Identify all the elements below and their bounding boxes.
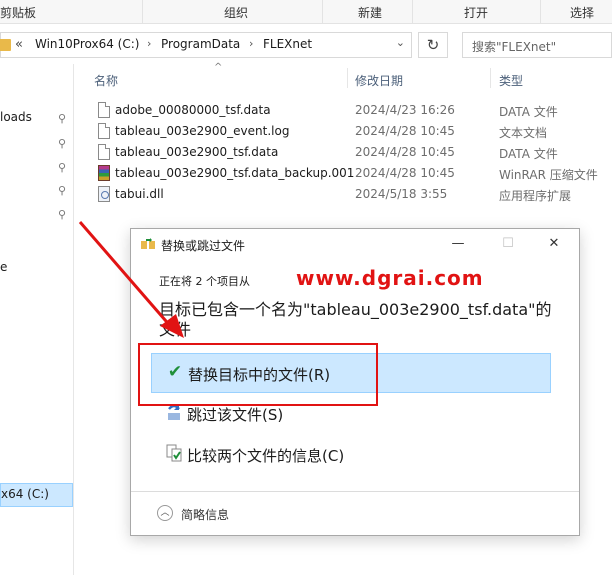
column-divider[interactable] xyxy=(490,68,491,88)
pin-icon: ⚲ xyxy=(58,112,67,125)
ribbon-group-clipboard: 剪贴板 xyxy=(0,6,37,20)
file-type: DATA 文件 xyxy=(499,105,558,119)
folder-icon xyxy=(0,39,11,51)
ribbon-group-select: 选择 xyxy=(570,6,595,20)
dialog-title: 替换或跳过文件 xyxy=(161,239,246,253)
file-type: 应用程序扩展 xyxy=(499,189,572,203)
file-name: tabui.dll xyxy=(115,187,164,201)
file-name: tableau_003e2900_event.log xyxy=(115,124,290,138)
breadcrumb-flexnet[interactable]: FLEXnet xyxy=(263,37,312,51)
column-header-name[interactable]: 名称 xyxy=(94,72,118,89)
nav-item-downloads[interactable]: loads xyxy=(0,110,32,124)
address-row: « Win10Prox64 (C:) › ProgramData › FLEXn… xyxy=(0,24,612,64)
ribbon-separator xyxy=(540,0,541,24)
close-button[interactable]: ✕ xyxy=(537,233,571,255)
ribbon-group-open: 打开 xyxy=(464,6,489,20)
refresh-icon: ↻ xyxy=(426,36,440,54)
file-name: tableau_003e2900_tsf.data xyxy=(115,145,279,159)
nav-item-drive-selected[interactable]: x64 (C:) xyxy=(0,483,73,507)
file-row[interactable]: tableau_003e2900_tsf.data_backup.001 202… xyxy=(94,163,612,184)
chevron-right-icon[interactable]: › xyxy=(147,37,151,50)
file-name: tableau_003e2900_tsf.data_backup.001 xyxy=(115,166,355,180)
conflict-message: 目标已包含一个名为"tableau_003e2900_tsf.data"的文件 xyxy=(159,300,552,339)
file-type: WinRAR 压缩文件 xyxy=(499,168,598,182)
data-file-icon xyxy=(98,102,110,118)
file-row[interactable]: tabui.dll 2024/5/18 3:55 应用程序扩展 xyxy=(94,184,612,205)
sort-ascending-icon: ^ xyxy=(214,62,223,73)
column-header-type[interactable]: 类型 xyxy=(499,72,523,89)
pin-icon: ⚲ xyxy=(58,161,67,174)
compare-icon xyxy=(166,444,182,462)
dll-icon xyxy=(98,186,110,202)
text-file-icon xyxy=(98,123,110,139)
column-header-date[interactable]: 修改日期 xyxy=(355,72,403,89)
file-name: adobe_00080000_tsf.data xyxy=(115,103,271,117)
file-row[interactable]: tableau_003e2900_tsf.data 2024/4/28 10:4… xyxy=(94,142,612,163)
column-headers: ^ 名称 修改日期 类型 xyxy=(74,62,612,94)
breadcrumb-programdata[interactable]: ProgramData xyxy=(161,37,240,51)
search-input[interactable]: 搜索"FLEXnet" xyxy=(462,32,612,58)
ribbon-group-new: 新建 xyxy=(358,6,383,20)
copy-files-icon xyxy=(141,238,155,249)
watermark: www.dgrai.com xyxy=(296,266,484,290)
chevron-up-icon[interactable]: ︿ xyxy=(157,505,173,521)
file-date: 2024/5/18 3:55 xyxy=(355,187,448,201)
pin-icon: ⚲ xyxy=(58,208,67,221)
navigation-pane: loads ⚲ ⚲ ⚲ ⚲ ⚲ e x64 (C:) xyxy=(0,64,74,575)
file-date: 2024/4/28 10:45 xyxy=(355,145,455,159)
file-type: 文本文档 xyxy=(499,126,548,140)
winrar-icon xyxy=(98,165,110,181)
file-row[interactable]: adobe_00080000_tsf.data 2024/4/23 16:26 … xyxy=(94,100,612,121)
nav-item-drive-label: x64 (C:) xyxy=(1,487,49,501)
chevron-right-icon[interactable]: › xyxy=(249,37,253,50)
file-date: 2024/4/28 10:45 xyxy=(355,166,455,180)
dialog-footer: ︿ 简略信息 xyxy=(131,491,579,535)
minimize-button[interactable]: — xyxy=(441,233,475,255)
ribbon-group-labels: 剪贴板 组织 新建 打开 选择 xyxy=(0,0,612,24)
data-file-icon xyxy=(98,144,110,160)
compare-option[interactable]: 比较两个文件的信息(C) xyxy=(151,435,551,475)
file-row[interactable]: tableau_003e2900_event.log 2024/4/28 10:… xyxy=(94,121,612,142)
ribbon-separator xyxy=(142,0,143,24)
chevron-down-icon[interactable]: ⌄ xyxy=(396,36,405,49)
compare-option-label: 比较两个文件的信息(C) xyxy=(187,447,345,465)
pin-icon: ⚲ xyxy=(58,137,67,150)
address-bar[interactable]: « Win10Prox64 (C:) › ProgramData › FLEXn… xyxy=(0,32,412,58)
file-date: 2024/4/28 10:45 xyxy=(355,124,455,138)
breadcrumb-drive[interactable]: Win10Prox64 (C:) xyxy=(35,37,139,51)
ribbon-group-organize: 组织 xyxy=(224,6,249,20)
ribbon-separator xyxy=(412,0,413,24)
maximize-button: ☐ xyxy=(502,236,514,251)
column-divider[interactable] xyxy=(347,68,348,88)
fewer-details-toggle[interactable]: 简略信息 xyxy=(181,506,229,523)
copy-progress-text: 正在将 2 个项目从 xyxy=(159,275,250,288)
pin-icon: ⚲ xyxy=(58,184,67,197)
file-type: DATA 文件 xyxy=(499,147,558,161)
refresh-button[interactable]: ↻ xyxy=(418,32,448,58)
nav-item-partial[interactable]: e xyxy=(0,260,7,274)
file-date: 2024/4/23 16:26 xyxy=(355,103,455,117)
overflow-crumbs-button[interactable]: « xyxy=(15,37,23,52)
skip-option-label: 跳过该文件(S) xyxy=(187,406,284,424)
annotation-highlight-box xyxy=(138,343,378,406)
ribbon-separator xyxy=(322,0,323,24)
